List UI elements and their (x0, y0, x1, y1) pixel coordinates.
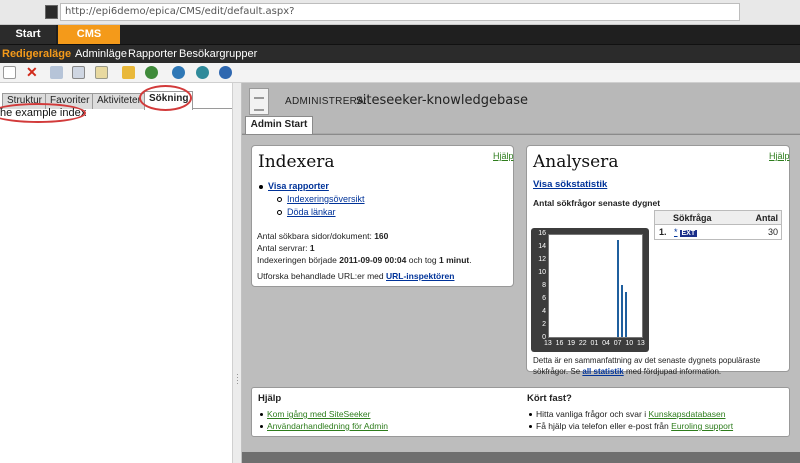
page-favicon-icon (45, 5, 58, 19)
analysis-title: Analysera (533, 152, 619, 172)
x-tick-label: 13 (637, 340, 645, 347)
all-stats-link[interactable]: all statistik (582, 367, 623, 376)
analysis-help-link[interactable]: Hjälp (769, 151, 790, 161)
url-field[interactable]: http://epi6demo/epica/CMS/edit/default.a… (60, 3, 740, 21)
y-tick-label: 2 (542, 321, 546, 328)
index-stats: Antal sökbara sidor/dokument: 160 Antal … (257, 231, 472, 281)
chart-bar (617, 239, 620, 337)
chart-plot-area (548, 234, 643, 338)
cut-icon[interactable] (50, 66, 63, 79)
index-title: Indexera (258, 152, 335, 172)
y-tick-label: 6 (542, 295, 546, 302)
query-table: Sökfråga Antal 1. * EXT 30 (654, 210, 782, 240)
indexing-overview-link[interactable]: Indexeringsöversikt (287, 194, 365, 204)
index-help-link[interactable]: Hjälp (493, 151, 514, 161)
chart-bar (621, 285, 624, 337)
chart-title: Antal sökfrågor senaste dygnet (533, 198, 661, 208)
y-tick-label: 8 (542, 282, 546, 289)
content-area: Indexera Hjälp Visa rapporter Indexering… (242, 134, 800, 463)
menu-admin-mode[interactable]: Adminläge (75, 48, 127, 60)
tab-admin-start[interactable]: Admin Start (245, 116, 313, 134)
page-header: ADMINISTRERA: siteseeker-knowledgebase A… (242, 83, 800, 134)
page-title: siteseeker-knowledgebase (356, 93, 528, 108)
x-tick-label: 19 (567, 340, 576, 347)
help-title: Hjälp (258, 393, 282, 404)
ext-badge: EXT (679, 230, 698, 237)
key-icon[interactable] (122, 66, 135, 79)
row-query[interactable]: * EXT (674, 227, 698, 237)
y-tick-label: 12 (538, 256, 546, 263)
tab-start[interactable]: Start (0, 25, 56, 44)
menu-reports[interactable]: Rapporter (128, 48, 177, 60)
header-label: ADMINISTRERA: (285, 96, 368, 107)
index-links: Visa rapporter Indexeringsöversikt Döda … (259, 180, 365, 219)
menu-visitor-groups[interactable]: Besökargrupper (179, 48, 257, 60)
x-tick-label: 16 (555, 340, 564, 347)
url-inspector-link[interactable]: URL-inspektören (386, 271, 454, 281)
x-tick-label: 07 (613, 340, 622, 347)
left-pane: Struktur Favoriter Aktiviteter Sökning h… (0, 83, 232, 463)
help-links: Kom igång med SiteSeeker Användarhandled… (260, 408, 388, 432)
highlight-oval-search-tab (139, 85, 192, 111)
bottom-status-bar (242, 452, 800, 463)
row-rank: 1. (659, 227, 667, 237)
pane-splitter[interactable]: · · · · (232, 83, 242, 463)
query-link[interactable]: * (674, 227, 678, 237)
count-column-header: Antal (755, 213, 779, 223)
help-panel: Hjälp Kom igång med SiteSeeker Användarh… (251, 387, 790, 437)
new-page-icon[interactable] (3, 66, 16, 79)
stuck-links: Hitta vanliga frågor och svar i Kunskaps… (529, 408, 733, 432)
show-reports-link[interactable]: Visa rapporter (268, 181, 329, 191)
copy-icon[interactable] (72, 66, 85, 79)
edit-toolbar: ✕ (0, 63, 800, 83)
admin-manual-link[interactable]: Användarhandledning för Admin (267, 421, 388, 431)
analysis-panel: Analysera Hjälp Visa sökstatistik Antal … (526, 145, 790, 376)
table-row: 1. * EXT 30 (655, 225, 781, 239)
y-tick-label: 4 (542, 308, 546, 315)
knowledgebase-link[interactable]: Kunskapsdatabasen (648, 409, 725, 419)
splitter-grip-icon[interactable]: · · · · (236, 370, 239, 388)
highlight-oval-result (0, 103, 86, 123)
row-count: 30 (767, 227, 778, 237)
cms-submenu: Redigeraläge Adminläge Rapporter Besökar… (0, 44, 800, 63)
y-tick-label: 14 (538, 243, 546, 250)
x-tick-label: 10 (625, 340, 634, 347)
y-tick-label: 16 (538, 230, 546, 237)
document-icon (249, 88, 269, 115)
stuck-title: Kört fast? (527, 393, 572, 404)
x-tick-label: 04 (602, 340, 610, 347)
query-column-header: Sökfråga (673, 213, 712, 223)
globe-icon[interactable] (172, 66, 185, 79)
menu-edit-mode[interactable]: Redigeraläge (2, 48, 71, 60)
x-tick-label: 22 (578, 340, 587, 347)
chart-bar (624, 291, 627, 337)
x-tick-label: 01 (590, 340, 599, 347)
globe-alt-icon[interactable] (219, 66, 232, 79)
paste-icon[interactable] (95, 66, 108, 79)
right-pane: ADMINISTRERA: siteseeker-knowledgebase A… (242, 83, 800, 463)
globe-refresh-icon[interactable] (196, 66, 209, 79)
get-started-link[interactable]: Kom igång med SiteSeeker (267, 409, 370, 419)
analysis-summary: Detta är en sammanfattning av det senast… (533, 356, 761, 376)
tab-activities[interactable]: Aktiviteter (92, 93, 146, 109)
tab-cms[interactable]: CMS (58, 25, 120, 44)
search-chart: 16 14 12 10 8 6 4 2 0 13 16 19 22 01 04 07 10 13 (531, 228, 649, 352)
query-table-header: Sökfråga Antal (655, 211, 781, 225)
top-tab-bar: Start CMS (0, 25, 800, 44)
delete-icon[interactable]: ✕ (26, 65, 39, 79)
support-link[interactable]: Euroling support (671, 421, 733, 431)
show-search-stats-link[interactable]: Visa sökstatistik (533, 179, 607, 190)
y-tick-label: 10 (538, 269, 546, 276)
index-panel: Indexera Hjälp Visa rapporter Indexering… (251, 145, 514, 287)
dead-links-link[interactable]: Döda länkar (287, 207, 336, 217)
users-icon[interactable] (145, 66, 158, 79)
x-tick-label: 13 (544, 340, 552, 347)
browser-address-bar: http://epi6demo/epica/CMS/edit/default.a… (0, 0, 800, 25)
